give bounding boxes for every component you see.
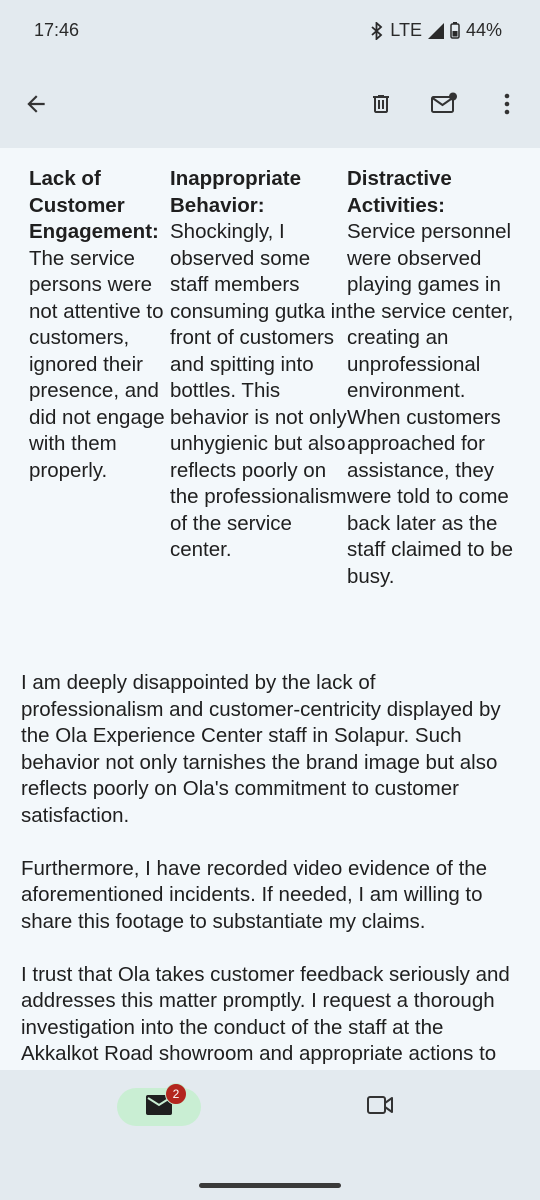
paragraph: I am deeply disappointed by the lack of … (21, 671, 501, 827)
home-indicator[interactable] (199, 1183, 341, 1188)
issue-description: Service personnel were observed playing … (347, 220, 514, 588)
back-arrow-icon (23, 91, 49, 122)
delete-icon (369, 91, 393, 122)
paragraph: Furthermore, I have recorded video evide… (21, 856, 488, 933)
issue-title: Lack of Customer Engagement: (29, 167, 159, 243)
more-options-button[interactable] (485, 84, 529, 128)
issue-description: The service persons were not attentive t… (29, 246, 165, 482)
bottom-navigation: 2 (0, 1070, 540, 1200)
battery-icon (450, 22, 460, 39)
meet-tab[interactable] (360, 1088, 400, 1126)
video-icon (366, 1095, 394, 1120)
bluetooth-icon (370, 21, 384, 40)
paragraph: I trust that Ola takes customer feedback… (21, 962, 510, 1071)
signal-icon (427, 22, 444, 39)
issue-title: Distractive Activities: (347, 167, 452, 217)
mail-tab[interactable]: 2 (117, 1083, 201, 1126)
issue-description: Shockingly, I observed some staff member… (170, 220, 347, 561)
issue-column: Inappropriate Behavior: Shockingly, I ob… (170, 166, 347, 590)
mark-unread-button[interactable] (422, 84, 466, 128)
mark-unread-icon (430, 91, 458, 122)
email-body[interactable]: Lack of Customer Engagement: The service… (0, 148, 540, 1070)
battery-percent: 44% (465, 20, 502, 40)
back-button[interactable] (14, 84, 58, 128)
status-time: 17:46 (34, 20, 80, 40)
email-paragraphs: I am deeply disappointed by the lack of … (21, 670, 521, 1070)
issues-table: Lack of Customer Engagement: The service… (29, 166, 519, 590)
issue-column: Lack of Customer Engagement: The service… (29, 166, 170, 590)
network-label: LTE (390, 20, 422, 40)
app-bar (0, 64, 540, 148)
status-icons: LTE 44% (370, 20, 502, 41)
more-vert-icon (503, 92, 511, 121)
issue-column: Distractive Activities: Service personne… (347, 166, 519, 590)
delete-button[interactable] (359, 84, 403, 128)
unread-count-badge: 2 (165, 1083, 187, 1105)
status-bar: 17:46 LTE 44% (0, 0, 540, 64)
issue-title: Inappropriate Behavior: (170, 167, 301, 217)
